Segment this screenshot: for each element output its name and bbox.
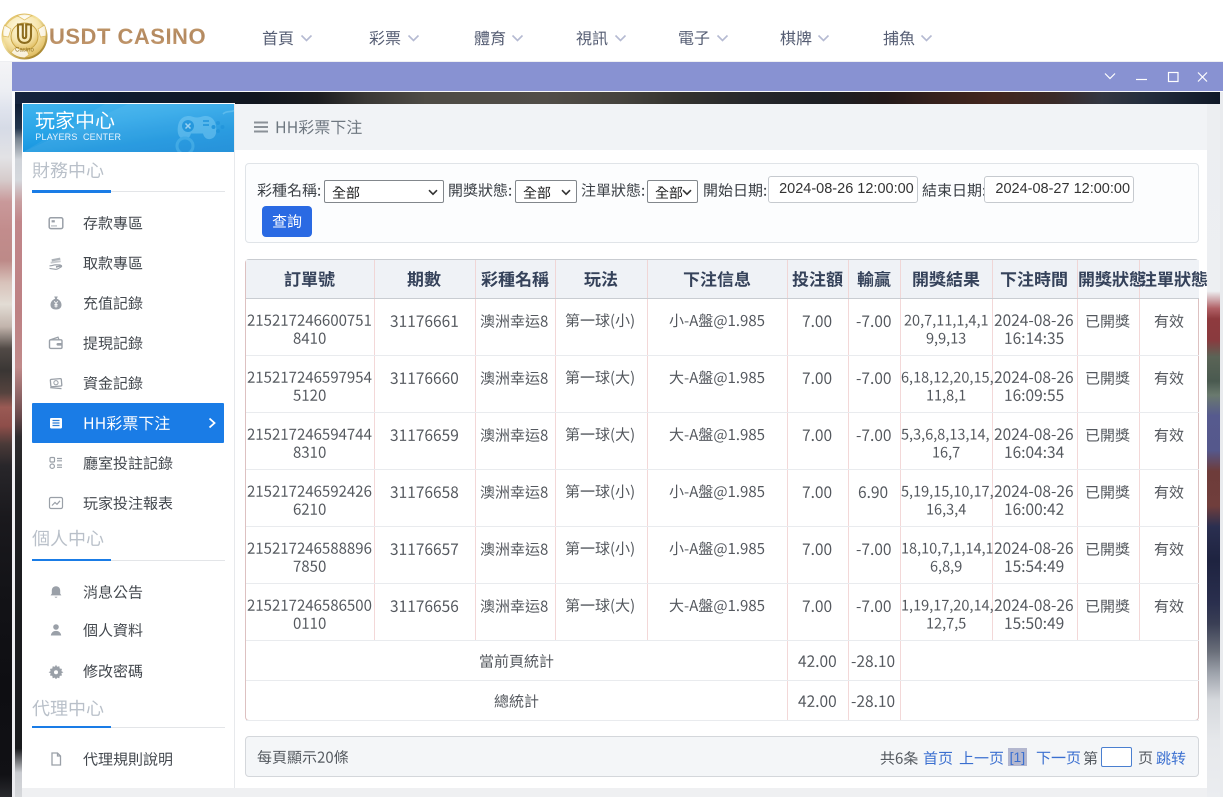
svg-text:Casino: Casino: [15, 48, 34, 54]
